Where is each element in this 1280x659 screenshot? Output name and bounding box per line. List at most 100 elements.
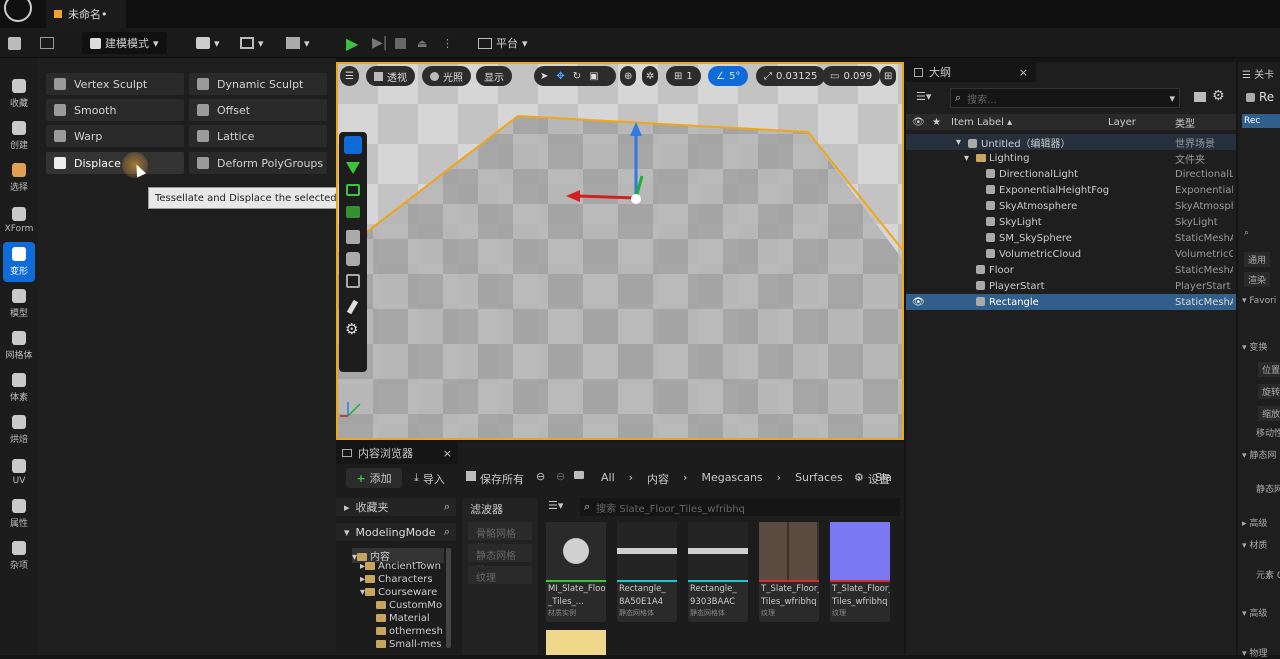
eye-icon[interactable]: 👁: [912, 117, 925, 128]
maximize-viewport-button[interactable]: ⊞: [880, 66, 897, 86]
back-button[interactable]: ⊖: [536, 470, 545, 483]
breadcrumb-content[interactable]: 内容: [647, 471, 669, 487]
category-misc[interactable]: 杂项: [0, 536, 38, 576]
category-xform[interactable]: XForm: [0, 200, 38, 240]
outliner-row-selected[interactable]: 👁 Rectangle StaticMeshA: [906, 294, 1236, 310]
select-mode-icon[interactable]: [344, 136, 362, 154]
section-advanced[interactable]: ▸ 高级: [1242, 516, 1267, 529]
section-physics[interactable]: ▾ 物理: [1242, 646, 1267, 659]
scale-icon[interactable]: ▣: [589, 71, 598, 82]
category-select[interactable]: 选择: [0, 158, 38, 198]
edge-select-icon[interactable]: [346, 184, 360, 196]
tree-item-small-mes[interactable]: Small-mes: [376, 639, 442, 650]
stop-button[interactable]: [395, 32, 406, 54]
outliner-row[interactable]: SkyAtmosphere SkyAtmosph: [906, 198, 1236, 214]
category-bake[interactable]: 烘焙: [0, 410, 38, 450]
asset-tile-partial[interactable]: [546, 630, 606, 655]
breadcrumb-surfaces[interactable]: Surfaces: [795, 471, 843, 487]
surface-snap-button[interactable]: ✲: [642, 66, 659, 86]
details-tab[interactable]: ☰ 关卡: [1242, 66, 1274, 81]
mode-dropdown[interactable]: 建模模式 ▾: [82, 32, 167, 54]
breadcrumb-megascans[interactable]: Megascans: [701, 471, 762, 487]
filter-static-mesh[interactable]: 静态网格体: [468, 544, 532, 577]
content-browser-tab[interactable]: 内容浏览器 ×: [336, 442, 458, 464]
content-button[interactable]: [40, 32, 54, 54]
forward-button[interactable]: ⊖: [556, 470, 565, 483]
offset-button[interactable]: Offset: [189, 99, 327, 121]
filter-dropdown[interactable]: ☰▾: [548, 499, 563, 512]
settings-button[interactable]: ⚙ 设置: [854, 471, 890, 487]
filter-render[interactable]: 渲染: [1244, 272, 1271, 287]
section-transform[interactable]: ▾ 变换: [1242, 340, 1267, 353]
blueprint-button[interactable]: ▾: [240, 32, 264, 54]
col-item-label[interactable]: Item Label ▴: [951, 117, 1012, 128]
details-search[interactable]: ⌕: [1244, 228, 1249, 238]
section-advanced-2[interactable]: ▾ 高级: [1242, 606, 1267, 619]
import-button[interactable]: ⤓ 导入: [414, 471, 445, 487]
category-uv[interactable]: UV: [0, 452, 38, 492]
select-arrow-icon[interactable]: ➤: [540, 71, 548, 82]
show-button[interactable]: 显示: [476, 66, 512, 86]
asset-tile-texture-1[interactable]: T_Slate_Floor_ Tiles_wfribhq 纹理: [759, 522, 819, 622]
filter-skeletal-mesh[interactable]: 骨骼网格体: [468, 522, 532, 555]
star-icon[interactable]: ★: [932, 117, 941, 128]
outliner-tab[interactable]: 大纲 ×: [906, 62, 1036, 82]
category-model[interactable]: 模型: [0, 284, 38, 324]
modelingmode-header[interactable]: ▾ ModelingMode ⌕: [336, 523, 456, 541]
brush-icon[interactable]: [346, 299, 359, 315]
scale-snap-button[interactable]: ⤢ 0.03125: [756, 66, 826, 86]
asset-search[interactable]: ⌕ 搜索 Slate_Floor_Tiles_wfribhq: [580, 498, 900, 516]
component-row[interactable]: Rec: [1242, 114, 1280, 128]
save-button[interactable]: [8, 32, 21, 54]
document-tab[interactable]: 未命名•: [46, 0, 126, 28]
filter-texture[interactable]: 纹理: [468, 566, 532, 584]
corner-icon[interactable]: [346, 274, 360, 288]
world-local-button[interactable]: ⊕: [620, 66, 637, 86]
outliner-row[interactable]: VolumetricCloud VolumetricCl: [906, 246, 1236, 262]
play-button[interactable]: ▶: [346, 32, 358, 54]
gear-icon[interactable]: ⚙: [1212, 88, 1225, 104]
outliner-filter-button[interactable]: ☰▾: [916, 90, 931, 103]
outliner-row[interactable]: Floor StaticMeshA: [906, 262, 1236, 278]
outliner-row[interactable]: ▾ Untitled（编辑器） 世界场景: [906, 134, 1236, 150]
lattice-button[interactable]: Lattice: [189, 125, 327, 147]
platform-dropdown[interactable]: 平台 ▾: [478, 32, 528, 54]
displace-button[interactable]: Displace: [46, 152, 184, 174]
angle-snap-button[interactable]: ∠ 5°: [708, 66, 749, 86]
filter-general[interactable]: 通用: [1244, 252, 1271, 267]
play-options-button[interactable]: ⋮: [442, 32, 453, 54]
category-attributes[interactable]: 属性: [0, 494, 38, 534]
outliner-search[interactable]: ⌕ 搜索... ▾: [950, 88, 1180, 108]
tree-item-custommo[interactable]: CustomMo: [376, 600, 442, 611]
category-create[interactable]: 创建: [0, 116, 38, 156]
face-select-icon[interactable]: [346, 206, 360, 218]
tree-item-courseware[interactable]: ▾ Courseware: [360, 587, 437, 598]
level-viewport[interactable]: [336, 62, 904, 440]
deform-polygroups-button[interactable]: Deform PolyGroups: [189, 152, 327, 174]
translate-icon[interactable]: ✥: [556, 71, 564, 82]
section-favorites[interactable]: ▾ Favori: [1242, 296, 1276, 306]
asset-tile-rectangle-1[interactable]: Rectangle_ 8A50E1A4 静态网格体: [617, 522, 677, 622]
settings-gear-icon[interactable]: ⚙: [345, 320, 358, 338]
search-icon[interactable]: ⌕: [444, 500, 450, 514]
outliner-row[interactable]: SkyLight SkyLight: [906, 214, 1236, 230]
perspective-button[interactable]: 透视: [366, 66, 415, 86]
outliner-row[interactable]: ExponentialHeightFog Exponentiall: [906, 182, 1236, 198]
vertex-sculpt-button[interactable]: Vertex Sculpt: [46, 73, 184, 95]
category-favorites[interactable]: 收藏: [0, 74, 38, 114]
category-voxel[interactable]: 体素: [0, 368, 38, 408]
category-mesh[interactable]: 网格体: [0, 326, 38, 366]
eye-icon[interactable]: 👁: [912, 297, 925, 308]
warp-button[interactable]: Warp: [46, 125, 184, 147]
rotate-icon[interactable]: ↻: [573, 71, 581, 82]
col-type[interactable]: 类型: [1175, 115, 1195, 130]
lit-button[interactable]: 光照: [422, 66, 471, 86]
tree-item-ancienttown[interactable]: ▸ AncientTown: [360, 561, 441, 572]
asset-tile-mi-slate[interactable]: MI_Slate_Floor _Tiles_... 材质实例: [546, 522, 606, 622]
tree-scrollbar[interactable]: [446, 548, 451, 648]
section-materials[interactable]: ▾ 材质: [1242, 538, 1267, 551]
tree-item-othermesh[interactable]: othermesh: [376, 626, 442, 637]
dynamic-sculpt-button[interactable]: Dynamic Sculpt: [189, 73, 327, 95]
search-icon[interactable]: ⌕: [444, 525, 450, 539]
outliner-row[interactable]: ▾ Lighting 文件夹: [906, 150, 1236, 166]
